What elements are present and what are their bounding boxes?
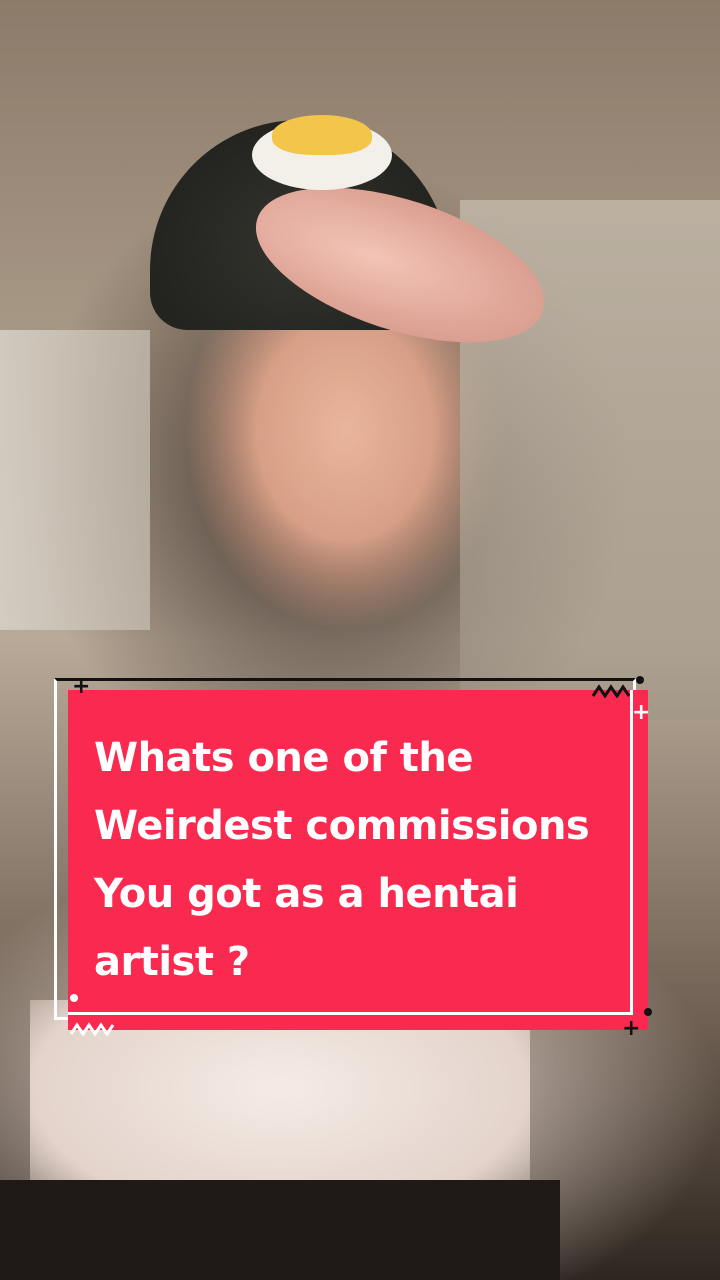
dot-icon — [70, 994, 78, 1002]
cap-patch-character — [272, 115, 372, 155]
plus-icon: + — [72, 674, 91, 699]
caption-text: Whats one of the Weirdest commissions Yo… — [94, 724, 634, 996]
zigzag-icon — [70, 1022, 114, 1036]
background-photo — [0, 0, 720, 1280]
caption-line: Whats one of the — [94, 735, 474, 781]
plus-icon: + — [622, 1016, 641, 1041]
caption-line: artist ? — [94, 939, 250, 985]
caption-card: Whats one of the Weirdest commissions Yo… — [52, 674, 652, 1041]
caption-line: You got as a hentai — [94, 871, 519, 917]
dot-icon — [636, 676, 644, 684]
zigzag-icon — [592, 684, 631, 698]
dark-skirt — [0, 1180, 560, 1280]
cabinet — [0, 330, 150, 630]
plus-icon: + — [632, 700, 651, 725]
caption-line: Weirdest commissions — [94, 803, 590, 849]
dot-icon — [644, 1008, 652, 1016]
